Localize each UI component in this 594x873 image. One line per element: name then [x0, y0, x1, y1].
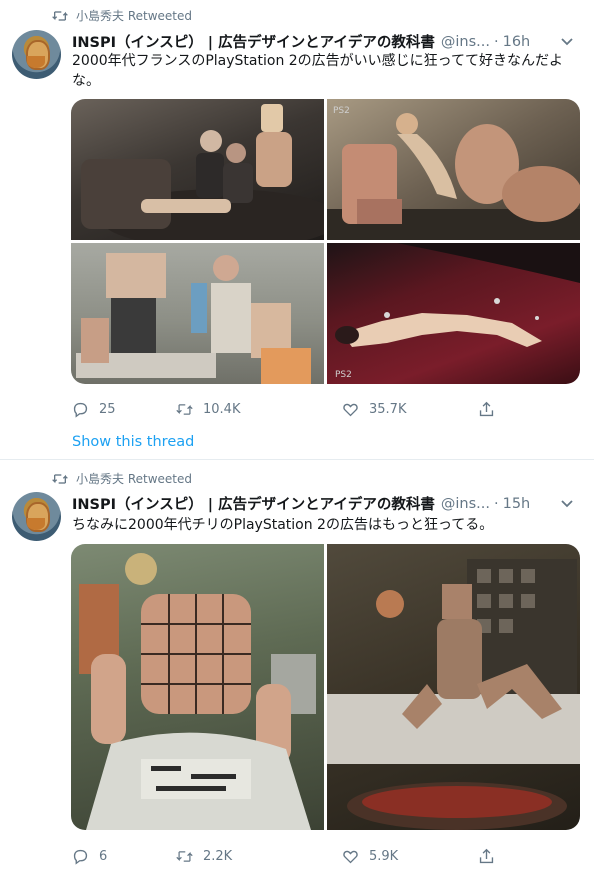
retweet-count: 10.4K	[203, 402, 241, 417]
retweet-button[interactable]: 10.4K	[176, 401, 240, 418]
retweet-icon	[176, 851, 193, 862]
tweet-actions: 6 2.2K 5.9K	[72, 848, 532, 868]
ps2-logo: PS2	[335, 370, 352, 380]
photo-2-scene: PS2	[327, 106, 580, 240]
show-thread-link[interactable]: Show this thread	[72, 434, 194, 450]
retweet-icon	[176, 404, 193, 415]
media-photo-4[interactable]: PS2	[327, 243, 580, 384]
share-button[interactable]	[478, 848, 505, 865]
photo-1-scene	[81, 104, 324, 240]
reply-icon	[73, 849, 88, 865]
photo-4-scene: PS2	[335, 243, 580, 380]
like-count: 5.9K	[369, 849, 399, 864]
author-name[interactable]: INSPI（インスピ） | 広告デザインとアイデアの教科書	[72, 493, 435, 514]
tweet-actions: 25 10.4K 35.7K	[72, 401, 532, 421]
media-photo-2[interactable]: PS2	[327, 99, 580, 240]
reply-icon	[73, 402, 88, 418]
caret-down-icon[interactable]	[560, 496, 574, 510]
retweet-icon	[52, 473, 68, 484]
tweet-time[interactable]: 15h	[503, 496, 531, 512]
tweet-1[interactable]: 小島秀夫 Retweeted INSPI（インスピ） | 広告デザインとアイデア…	[0, 0, 594, 458]
retweeted-by-label[interactable]: 小島秀夫 Retweeted	[76, 7, 192, 24]
share-button[interactable]	[478, 401, 505, 418]
tweet-header: INSPI（インスピ） | 広告デザインとアイデアの教科書 @ins... · …	[72, 31, 530, 52]
author-handle[interactable]: @ins...	[441, 496, 490, 512]
share-icon	[479, 848, 494, 864]
author-name[interactable]: INSPI（インスピ） | 広告デザインとアイデアの教科書	[72, 31, 435, 52]
tweet-header: INSPI（インスピ） | 広告デザインとアイデアの教科書 @ins... · …	[72, 493, 530, 514]
ps2-logo: PS2	[333, 106, 350, 116]
reply-count: 25	[99, 402, 116, 417]
photo-2-scene	[327, 559, 580, 830]
retweet-button[interactable]: 2.2K	[176, 848, 232, 865]
tweet-media-grid	[71, 544, 580, 830]
like-button[interactable]: 35.7K	[342, 401, 406, 418]
like-icon	[343, 403, 358, 417]
avatar[interactable]	[12, 492, 61, 541]
tweet-time[interactable]: 16h	[503, 34, 531, 50]
reply-button[interactable]: 25	[72, 401, 116, 418]
separator-dot: ·	[493, 495, 499, 512]
caret-down-icon[interactable]	[560, 34, 574, 48]
like-icon	[343, 850, 358, 864]
like-count: 35.7K	[369, 402, 407, 417]
media-photo-2[interactable]	[327, 544, 580, 830]
retweet-context: 小島秀夫 Retweeted	[52, 7, 192, 24]
photo-1-scene	[79, 553, 316, 830]
avatar[interactable]	[12, 30, 61, 79]
media-photo-1[interactable]	[71, 99, 324, 240]
tweet-text: 2000年代フランスのPlayStation 2の広告がいい感じに狂ってて好きな…	[72, 53, 563, 89]
retweet-icon	[52, 10, 68, 21]
reply-count: 6	[99, 849, 108, 864]
share-icon	[479, 401, 494, 417]
tweet-text: ちなみに2000年代チリのPlayStation 2の広告はもっと狂ってる。	[72, 517, 494, 533]
separator-dot: ·	[493, 33, 499, 50]
like-button[interactable]: 5.9K	[342, 848, 398, 865]
author-handle[interactable]: @ins...	[441, 34, 490, 50]
retweet-context: 小島秀夫 Retweeted	[52, 470, 192, 487]
tweet-2[interactable]: 小島秀夫 Retweeted INSPI（インスピ） | 広告デザインとアイデア…	[0, 460, 594, 873]
photo-3-scene	[76, 253, 311, 384]
tweet-media-grid: PS2 PS2	[71, 99, 580, 384]
retweet-count: 2.2K	[203, 849, 233, 864]
media-photo-3[interactable]	[71, 243, 324, 384]
retweeted-by-label[interactable]: 小島秀夫 Retweeted	[76, 470, 192, 487]
reply-button[interactable]: 6	[72, 848, 107, 865]
media-photo-1[interactable]	[71, 544, 324, 830]
